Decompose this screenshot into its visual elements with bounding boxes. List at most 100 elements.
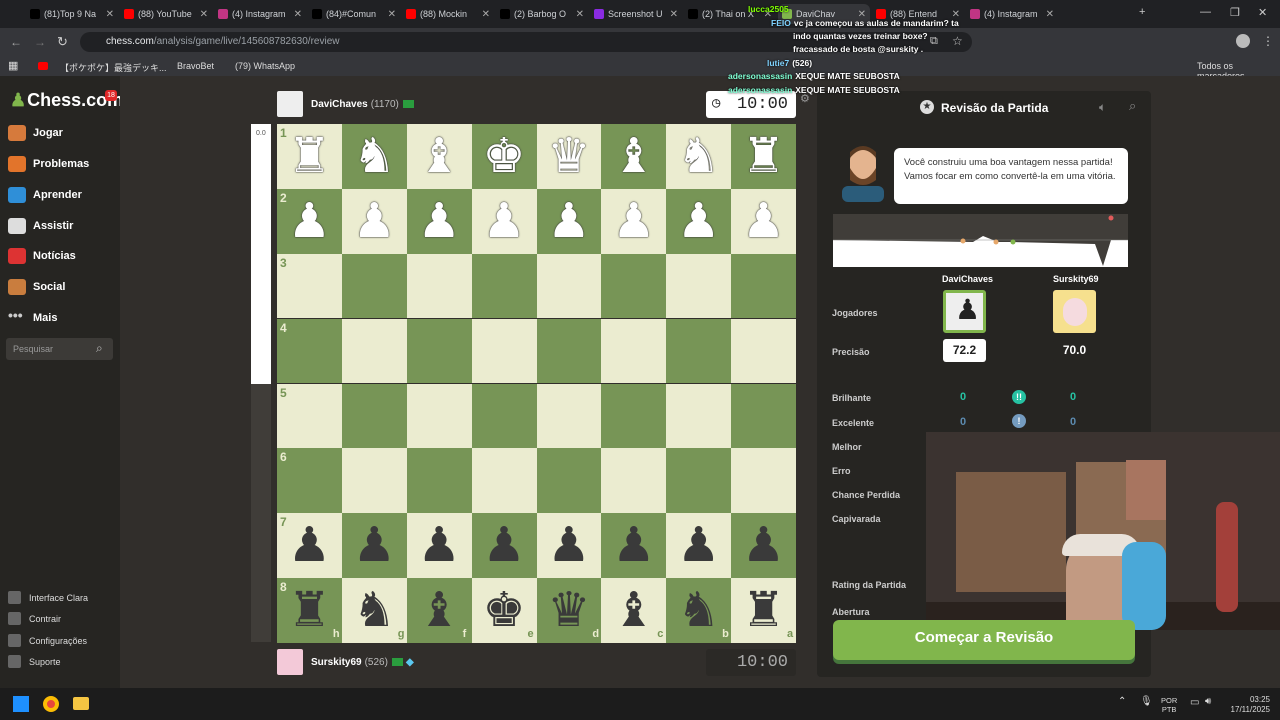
browser-menu-icon[interactable]: ⋮ xyxy=(1262,34,1274,48)
black-pawn-piece[interactable]: ♟ xyxy=(342,513,407,578)
white-queen-piece[interactable]: ♛ xyxy=(537,124,602,189)
bottom-player-name[interactable]: Surskity69 xyxy=(311,657,362,668)
board-square[interactable] xyxy=(666,318,732,384)
board-square[interactable] xyxy=(536,448,602,514)
board-square[interactable] xyxy=(601,318,667,384)
black-pawn-piece[interactable]: ♟ xyxy=(601,513,666,578)
top-player-name[interactable]: DaviChaves xyxy=(311,99,368,110)
black-pawn-piece[interactable]: ♟ xyxy=(472,513,537,578)
cast-icon[interactable]: ⧉ xyxy=(930,35,938,48)
volume-icon[interactable]: 🔊︎ xyxy=(1205,696,1211,707)
white-pawn-piece[interactable]: ♟ xyxy=(407,189,472,254)
chrome-icon[interactable] xyxy=(43,696,59,712)
browser-tab[interactable]: (4) Instagram ✕ xyxy=(214,4,306,24)
browser-tab[interactable]: (2) Barbog O ✕ xyxy=(496,4,588,24)
board-square[interactable] xyxy=(536,318,602,384)
tab-close-icon[interactable]: ✕ xyxy=(106,9,114,20)
board-square[interactable] xyxy=(536,253,602,319)
board-square[interactable] xyxy=(471,318,537,384)
browser-tab[interactable]: (4) Instagram ✕ xyxy=(966,4,1058,24)
file-explorer-icon[interactable] xyxy=(73,697,89,710)
language-indicator[interactable]: POR PTB xyxy=(1161,696,1177,714)
clock-area[interactable]: 03:25 17/11/2025 xyxy=(1226,695,1270,715)
nav-settings[interactable]: Configurações xyxy=(8,634,87,647)
nav-problemas[interactable]: Problemas xyxy=(8,156,89,172)
apps-icon[interactable]: ▦ xyxy=(8,59,18,72)
network-icon[interactable]: ▭ xyxy=(1190,697,1199,708)
bookmark-star-icon[interactable]: ☆ xyxy=(952,34,963,48)
black-pawn-piece[interactable]: ♟ xyxy=(537,513,602,578)
white-king-piece[interactable]: ♚ xyxy=(472,124,537,189)
white-pawn-piece[interactable]: ♟ xyxy=(342,189,407,254)
maximize-icon[interactable]: ❐ xyxy=(1230,6,1240,19)
board-square[interactable] xyxy=(666,383,732,449)
browser-tab[interactable]: (88) Mockin ✕ xyxy=(402,4,494,24)
white-knight-piece[interactable]: ♞ xyxy=(342,124,407,189)
browser-tab[interactable]: (88) YouTube ✕ xyxy=(120,4,212,24)
white-pawn-piece[interactable]: ♟ xyxy=(666,189,731,254)
board-square[interactable] xyxy=(731,253,797,319)
board-square[interactable] xyxy=(341,253,407,319)
reload-icon[interactable]: ↻ xyxy=(57,34,68,50)
board-square[interactable] xyxy=(341,383,407,449)
bottom-player-avatar[interactable] xyxy=(277,649,303,675)
tab-close-icon[interactable]: ✕ xyxy=(1046,9,1054,20)
board-square[interactable] xyxy=(601,383,667,449)
new-tab-icon[interactable]: + xyxy=(1139,6,1145,18)
tab-close-icon[interactable]: ✕ xyxy=(670,9,678,20)
nav-mais[interactable]: ••• Mais xyxy=(8,308,57,326)
browser-tab[interactable]: (81)Top 9 Na ✕ xyxy=(26,4,118,24)
evaluation-graph[interactable] xyxy=(833,214,1128,267)
tab-close-icon[interactable]: ✕ xyxy=(576,9,584,20)
board-square[interactable] xyxy=(731,448,797,514)
close-window-icon[interactable]: ✕ xyxy=(1258,6,1267,19)
board-square[interactable] xyxy=(406,448,472,514)
tab-close-icon[interactable]: ✕ xyxy=(294,9,302,20)
white-bishop-piece[interactable]: ♝ xyxy=(601,124,666,189)
white-rook-piece[interactable]: ♜ xyxy=(731,124,796,189)
board-square[interactable] xyxy=(536,383,602,449)
white-bishop-piece[interactable]: ♝ xyxy=(407,124,472,189)
black-pawn-piece[interactable]: ♟ xyxy=(407,513,472,578)
black-pawn-piece[interactable]: ♟ xyxy=(731,513,796,578)
board-square[interactable] xyxy=(471,253,537,319)
tab-close-icon[interactable]: ✕ xyxy=(200,9,208,20)
profile-avatar[interactable] xyxy=(1236,34,1250,48)
browser-tab[interactable]: Screenshot U ✕ xyxy=(590,4,682,24)
microphone-icon[interactable]: 🎙︎ xyxy=(1140,696,1153,707)
nav-assistir[interactable]: Assistir xyxy=(8,218,73,234)
tray-chevron-icon[interactable]: ⌃ xyxy=(1118,696,1126,707)
search-icon[interactable]: ⌕ xyxy=(96,341,103,356)
board-square[interactable] xyxy=(666,448,732,514)
board-square[interactable] xyxy=(341,448,407,514)
board-square[interactable] xyxy=(471,448,537,514)
board-square[interactable] xyxy=(666,253,732,319)
board-square[interactable] xyxy=(341,318,407,384)
board-square[interactable] xyxy=(406,253,472,319)
board-square[interactable] xyxy=(406,318,472,384)
windows-start-icon[interactable] xyxy=(13,696,29,712)
white-knight-piece[interactable]: ♞ xyxy=(666,124,731,189)
nav-noticias[interactable]: Notícias xyxy=(8,248,76,264)
nav-support[interactable]: Suporte xyxy=(8,655,61,668)
tab-close-icon[interactable]: ✕ xyxy=(388,9,396,20)
board-square[interactable] xyxy=(406,383,472,449)
top-player-avatar[interactable] xyxy=(277,91,303,117)
bookmark-bravobet[interactable]: BravoBet xyxy=(177,61,214,71)
nav-collapse[interactable]: Contrair xyxy=(8,612,61,625)
bookmark-pokepoke[interactable]: 【ポケポケ】最強デッキ... xyxy=(60,61,167,74)
minimize-icon[interactable]: — xyxy=(1200,6,1211,18)
forward-icon[interactable]: → xyxy=(34,35,46,49)
nav-jogar[interactable]: Jogar xyxy=(8,125,63,141)
bookmark-whatsapp[interactable]: (79) WhatsApp xyxy=(235,61,295,71)
start-review-button[interactable]: Começar a Revisão xyxy=(833,620,1135,660)
white-pawn-piece[interactable]: ♟ xyxy=(472,189,537,254)
white-pawn-piece[interactable]: ♟ xyxy=(731,189,796,254)
board-square[interactable] xyxy=(731,383,797,449)
black-pawn-piece[interactable]: ♟ xyxy=(666,513,731,578)
tab-close-icon[interactable]: ✕ xyxy=(482,9,490,20)
board-square[interactable] xyxy=(601,253,667,319)
board-square[interactable] xyxy=(471,383,537,449)
chess-board[interactable]: ♜ ♞ ♝ ♚ ♛ ♝ ♞ ♜ 1 ♟ ♟ ♟ ♟ ♟ ♟ ♟ ♟ 2 3 4 5 6 ♟ ♟ ♟ ♟ ♟ ♟ ♟ ♟ 7 ♜ ♞ ♝ ♚ ♛ ♝ ♞ ♜ 8… xyxy=(277,124,797,643)
back-icon[interactable]: ← xyxy=(10,35,22,49)
